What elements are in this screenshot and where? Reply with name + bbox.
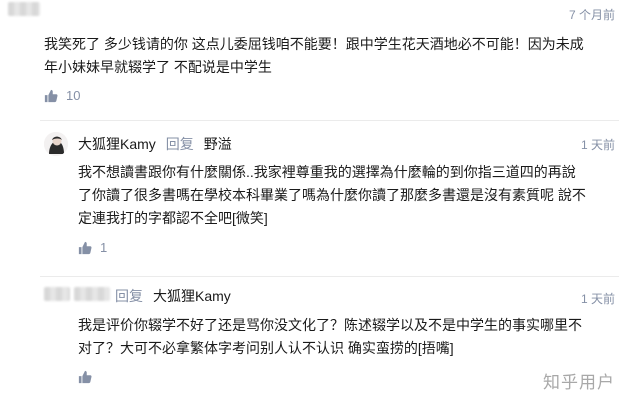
thumbs-up-icon <box>44 89 58 102</box>
reply-label: 回复 <box>115 288 143 304</box>
comment-text: 我不想讀書跟你有什麼關係..我家裡尊重我的選擇為什麼輪的到你指三道四的再說 了你… <box>78 161 623 230</box>
reply-comment: 回复 大狐狸Kamy 1 天前 我是评价你辍学不好了还是骂你没文化了？陈述辍学以… <box>0 276 635 400</box>
comment-text: 我笑死了 多少钱请的你 这点儿委屈钱咱不能要！跟中学生花天酒地必不可能！因为未成… <box>44 33 624 79</box>
comment-time: 7 个月前 <box>568 8 615 22</box>
comment-text-line: 我笑死了 多少钱请的你 这点儿委屈钱咱不能要！跟中学生花天酒地必不可能！因为未成 <box>44 36 584 52</box>
comment-text: 我是评价你辍学不好了还是骂你没文化了？陈述辍学以及不是中学生的事实哪里不 对了？… <box>78 314 623 360</box>
thumbs-up-icon <box>78 241 92 254</box>
blurred-avatar <box>44 287 70 301</box>
like-button[interactable]: 1 <box>78 240 107 255</box>
blurred-avatar-author <box>8 2 40 16</box>
reply-comment: 大狐狸Kamy 回复 野溢 1 天前 我不想讀書跟你有什麼關係..我家裡尊重我的… <box>0 120 635 270</box>
author-name[interactable]: 大狐狸Kamy <box>78 134 156 154</box>
watermark: 知乎用户 <box>543 373 615 392</box>
comment-text-line: 定連我打的字都認不全吧[微笑] <box>78 210 268 226</box>
avatar[interactable] <box>44 132 68 156</box>
comment-text-line: 年小妹妹早就辍学了 不配说是中学生 <box>44 59 272 75</box>
blurred-author <box>74 287 110 301</box>
comment-text-line: 对了？大可不必拿繁体字考问别人认不认识 确实蛮捞的[捂嘴] <box>78 340 454 356</box>
like-button[interactable] <box>78 370 100 384</box>
reply-label: 回复 <box>165 136 194 152</box>
comment-time: 1 天前 <box>580 138 615 152</box>
like-count: 10 <box>66 88 81 103</box>
reply-header: 大狐狸Kamy 回复 野溢 <box>44 132 232 156</box>
top-comment: 7 个月前 我笑死了 多少钱请的你 这点儿委屈钱咱不能要！跟中学生花天酒地必不可… <box>0 0 635 118</box>
thumbs-up-icon <box>78 370 92 384</box>
like-count: 1 <box>100 240 108 255</box>
reply-header: 回复 大狐狸Kamy <box>115 286 231 306</box>
reply-to-name[interactable]: 大狐狸Kamy <box>153 286 231 306</box>
reply-to-name[interactable]: 野溢 <box>204 134 232 154</box>
like-button[interactable]: 10 <box>44 88 80 103</box>
comment-text-line: 我是评价你辍学不好了还是骂你没文化了？陈述辍学以及不是中学生的事实哪里不 <box>78 317 582 333</box>
comment-time: 1 天前 <box>580 292 615 306</box>
comment-text-line: 我不想讀書跟你有什麼關係..我家裡尊重我的選擇為什麼輪的到你指三道四的再說 <box>78 164 576 180</box>
comment-text-line: 了你讀了很多書嗎在學校本科畢業了嗎為什麼你讀了那麼多書還是沒有素質呢 說不 <box>78 187 586 203</box>
